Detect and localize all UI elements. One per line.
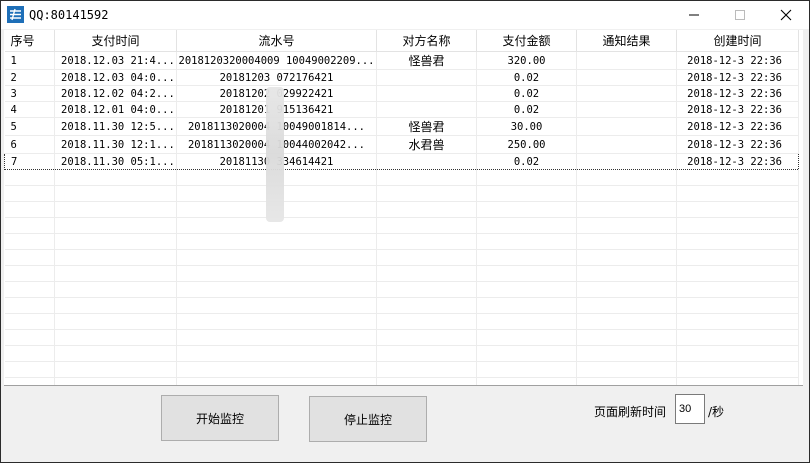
header-row: 序号 支付时间 流水号 对方名称 支付金额 通知结果 创建时间 [4, 30, 799, 52]
col-header-amount[interactable]: 支付金额 [476, 30, 577, 52]
empty-row [4, 361, 799, 378]
cell-created: 2018-12-3 22:36 [676, 85, 799, 102]
cell-payer: 水君兽 [376, 135, 477, 154]
close-button[interactable] [763, 1, 809, 29]
cell-notify [576, 135, 677, 154]
cell-notify [576, 69, 677, 86]
empty-row [4, 201, 799, 218]
cell-pay-time: 2018.12.01 04:0... [54, 101, 177, 118]
minimize-button[interactable] [671, 1, 717, 29]
cell-amount: 0.02 [476, 85, 577, 102]
cell-amount: 250.00 [476, 135, 577, 154]
table-row[interactable]: 1 2018.12.03 21:4... 2018120320004009 10… [4, 51, 799, 70]
cell-payer: 怪兽君 [376, 117, 477, 136]
cell-pay-time: 2018.12.02 04:2... [54, 85, 177, 102]
cell-created: 2018-12-3 22:36 [676, 69, 799, 86]
cell-payer [376, 153, 477, 170]
refresh-interval-label: 页面刷新时间 [594, 405, 667, 419]
cell-payer [376, 85, 477, 102]
close-icon [780, 9, 792, 21]
title-bar[interactable]: QQ:80141592 [1, 1, 809, 29]
maximize-button[interactable] [717, 1, 763, 29]
col-header-serial[interactable]: 流水号 [176, 30, 377, 52]
empty-row [4, 345, 799, 362]
cell-payer [376, 101, 477, 118]
payment-grid[interactable]: 序号 支付时间 流水号 对方名称 支付金额 通知结果 创建时间 1 2018.1… [4, 30, 803, 386]
empty-row [4, 217, 799, 234]
payment-table: 序号 支付时间 流水号 对方名称 支付金额 通知结果 创建时间 1 2018.1… [4, 30, 799, 385]
col-header-created[interactable]: 创建时间 [676, 30, 799, 52]
cell-index: 4 [4, 101, 55, 118]
cell-payer [376, 69, 477, 86]
start-monitor-button[interactable]: 开始监控 [161, 395, 279, 441]
table-row[interactable]: 5 2018.11.30 12:5... 2018113020004 10049… [4, 117, 799, 136]
table-row[interactable]: 2 2018.12.03 04:0... 20181203 072176421 … [4, 69, 799, 86]
cell-serial: 2018120320004009 10049002209... [176, 51, 377, 70]
refresh-interval-input[interactable] [675, 394, 705, 424]
cell-amount: 0.02 [476, 153, 577, 170]
cell-index: 5 [4, 117, 55, 136]
empty-row [4, 185, 799, 202]
cell-index: 3 [4, 85, 55, 102]
window-title: QQ:80141592 [29, 8, 109, 22]
cell-notify [576, 117, 677, 136]
cell-index: 2 [4, 69, 55, 86]
cell-serial: 20181203 072176421 [176, 69, 377, 86]
empty-row [4, 265, 799, 282]
app-logo-icon [7, 6, 24, 23]
col-header-pay-time[interactable]: 支付时间 [54, 30, 177, 52]
cell-created: 2018-12-3 22:36 [676, 101, 799, 118]
col-header-notify[interactable]: 通知结果 [576, 30, 677, 52]
cell-amount: 0.02 [476, 101, 577, 118]
cell-created: 2018-12-3 22:36 [676, 153, 799, 170]
empty-row [4, 297, 799, 314]
cell-notify [576, 153, 677, 170]
stop-monitor-button[interactable]: 停止监控 [309, 396, 427, 442]
table-row[interactable]: 6 2018.11.30 12:1... 2018113020004 10044… [4, 135, 799, 154]
refresh-unit-label: /秒 [708, 405, 725, 419]
cell-created: 2018-12-3 22:36 [676, 51, 799, 70]
empty-row [4, 281, 799, 298]
cell-index: 7 [4, 153, 55, 170]
cell-notify [576, 101, 677, 118]
col-header-index[interactable]: 序号 [4, 30, 55, 52]
col-header-payer[interactable]: 对方名称 [376, 30, 477, 52]
cell-index: 6 [4, 135, 55, 154]
empty-row [4, 249, 799, 266]
cell-pay-time: 2018.12.03 04:0... [54, 69, 177, 86]
cell-pay-time: 2018.11.30 12:1... [54, 135, 177, 154]
table-row[interactable]: 4 2018.12.01 04:0... 20181201 915136421 … [4, 101, 799, 118]
cell-amount: 0.02 [476, 69, 577, 86]
empty-row [4, 169, 799, 186]
cell-notify [576, 51, 677, 70]
cell-amount: 30.00 [476, 117, 577, 136]
empty-row [4, 233, 799, 250]
table-row[interactable]: 3 2018.12.02 04:2... 20181202 029922421 … [4, 85, 799, 102]
cell-created: 2018-12-3 22:36 [676, 117, 799, 136]
maximize-icon [735, 10, 745, 20]
cell-pay-time: 2018.11.30 05:1... [54, 153, 177, 170]
empty-row [4, 377, 799, 385]
cell-notify [576, 85, 677, 102]
app-window: QQ:80141592 序号 支付时间 流水号 对方名称 支付金额 通知结果 创… [0, 0, 810, 463]
cell-amount: 320.00 [476, 51, 577, 70]
cell-pay-time: 2018.12.03 21:4... [54, 51, 177, 70]
cell-pay-time: 2018.11.30 12:5... [54, 117, 177, 136]
minimize-icon [689, 14, 699, 16]
empty-row [4, 329, 799, 346]
cell-index: 1 [4, 51, 55, 70]
empty-row [4, 313, 799, 330]
redaction-blur [266, 87, 284, 222]
cell-created: 2018-12-3 22:36 [676, 135, 799, 154]
cell-payer: 怪兽君 [376, 51, 477, 70]
table-row-selected[interactable]: 7 2018.11.30 05:1... 20181130 334614421 … [4, 153, 799, 170]
